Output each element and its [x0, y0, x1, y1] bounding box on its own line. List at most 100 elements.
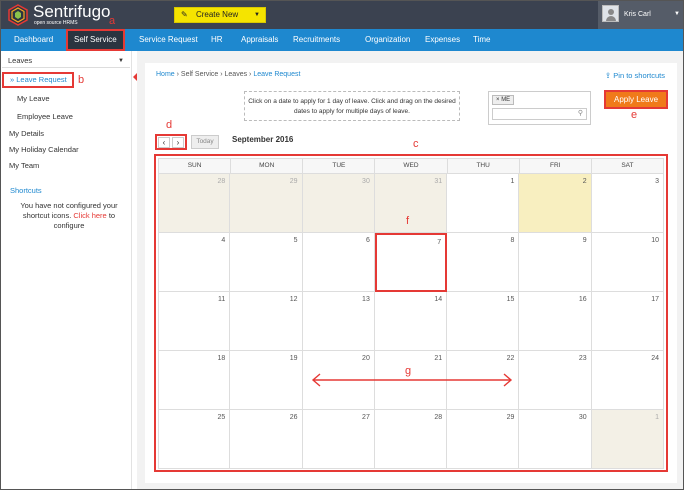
- day-number: 4: [221, 237, 226, 244]
- calendar-day-cell[interactable]: 13: [302, 292, 375, 351]
- employee-search-input[interactable]: ⚲: [492, 108, 587, 120]
- calendar-day-cell[interactable]: 24: [591, 351, 664, 410]
- calendar-day-cell[interactable]: 7: [374, 233, 448, 292]
- chevron-down-icon: ▼: [674, 11, 680, 17]
- instructions-text: Click on a date to apply for 1 day of le…: [244, 91, 460, 121]
- calendar-day-cell[interactable]: 25: [158, 410, 231, 469]
- nav-organization[interactable]: Organization: [365, 29, 410, 51]
- day-number: 28: [217, 178, 226, 185]
- nav-dashboard[interactable]: Dashboard: [14, 29, 53, 51]
- calendar-day-cell[interactable]: 12: [230, 292, 303, 351]
- calendar-day-cell[interactable]: 11: [158, 292, 231, 351]
- calendar-day-cell[interactable]: 2: [519, 174, 592, 233]
- weekday-mon: MON: [231, 158, 304, 174]
- calendar-day-cell[interactable]: 6: [302, 233, 375, 292]
- day-number: 24: [651, 355, 659, 362]
- sidebar: Leaves ▼ » Leave Request b My Leave Empl…: [1, 51, 132, 489]
- apply-leave-button[interactable]: Apply Leave: [604, 90, 668, 109]
- day-number: 12: [289, 296, 298, 303]
- day-number: 2: [582, 178, 587, 185]
- sidebar-item-label: Leave Request: [16, 75, 67, 84]
- calendar-day-cell[interactable]: 14: [374, 292, 448, 351]
- next-month-button[interactable]: ›: [172, 137, 184, 148]
- prev-month-button[interactable]: ‹: [158, 137, 170, 148]
- edit-icon: ✎: [181, 10, 188, 19]
- weekday-sun: SUN: [158, 158, 232, 174]
- day-number: 1: [510, 178, 515, 185]
- today-button[interactable]: Today: [191, 135, 219, 149]
- calendar-day-cell[interactable]: 29: [447, 410, 520, 469]
- day-number: 8: [510, 237, 515, 244]
- nav-hr[interactable]: HR: [211, 29, 223, 51]
- sidebar-item-leave-request[interactable]: » Leave Request: [2, 72, 74, 88]
- breadcrumb-home[interactable]: Home: [156, 71, 175, 78]
- sentrifugo-logo-icon: [8, 4, 28, 26]
- calendar-day-cell[interactable]: 30: [302, 174, 375, 233]
- calendar-day-cell[interactable]: 26: [230, 410, 303, 469]
- calendar-day-cell[interactable]: 31: [374, 174, 448, 233]
- day-number: 7: [437, 239, 442, 246]
- annotation-f: f: [406, 215, 410, 227]
- calendar-day-cell[interactable]: 5: [230, 233, 303, 292]
- calendar-day-cell[interactable]: 10: [591, 233, 664, 292]
- calendar-day-cell[interactable]: 17: [591, 292, 664, 351]
- employee-chip[interactable]: × ME: [492, 95, 515, 105]
- chip-label: ME: [501, 97, 511, 103]
- nav-recruitments[interactable]: Recruitments: [293, 29, 340, 51]
- calendar-day-cell[interactable]: 18: [158, 351, 231, 410]
- calendar-day-cell[interactable]: 1: [591, 410, 664, 469]
- drag-range-arrow-icon: [311, 373, 513, 387]
- pin-to-shortcuts-link[interactable]: ⇪ Pin to shortcuts: [605, 71, 665, 80]
- nav-self-service[interactable]: Self Service: [66, 29, 125, 51]
- day-number: 30: [578, 414, 587, 421]
- user-menu[interactable]: Kris Carl ▼: [598, 1, 683, 29]
- brand-name: Sentrifugo: [33, 2, 111, 21]
- calendar-day-cell[interactable]: 30: [519, 410, 592, 469]
- weekday-wed: WED: [375, 158, 448, 174]
- nav-service-request[interactable]: Service Request: [139, 29, 198, 51]
- calendar-day-cell[interactable]: 8: [447, 233, 520, 292]
- calendar-day-cell[interactable]: 3: [591, 174, 664, 233]
- calendar-day-cell[interactable]: 15: [447, 292, 520, 351]
- calendar-day-cell[interactable]: 28: [374, 410, 448, 469]
- sidebar-item-holiday-calendar[interactable]: My Holiday Calendar: [9, 145, 79, 154]
- calendar-day-cell[interactable]: 4: [158, 233, 231, 292]
- nav-expenses[interactable]: Expenses: [425, 29, 460, 51]
- calendar-day-cell[interactable]: 16: [519, 292, 592, 351]
- sidebar-item-my-leave[interactable]: My Leave: [17, 94, 50, 103]
- breadcrumb-self-service[interactable]: Self Service: [181, 71, 218, 78]
- day-number: 23: [578, 355, 587, 362]
- breadcrumb-leaves[interactable]: Leaves: [225, 71, 248, 78]
- arrow-icon: »: [10, 75, 15, 84]
- calendar-day-cell[interactable]: 29: [230, 174, 303, 233]
- weekday-sat: SAT: [591, 158, 664, 174]
- day-number: 22: [506, 355, 515, 362]
- nav-appraisals[interactable]: Appraisals: [241, 29, 278, 51]
- day-number: 31: [434, 178, 443, 185]
- create-new-button[interactable]: ✎ Create New ▼: [174, 7, 266, 23]
- close-icon[interactable]: ×: [496, 97, 500, 103]
- nav-time[interactable]: Time: [473, 29, 490, 51]
- sidebar-item-my-details[interactable]: My Details: [9, 129, 44, 138]
- calendar-day-cell[interactable]: 19: [230, 351, 303, 410]
- weekday-tue: TUE: [303, 158, 376, 174]
- main-nav: Dashboard Self Service Service Request H…: [1, 29, 683, 51]
- sidebar-item-my-team[interactable]: My Team: [9, 161, 39, 170]
- calendar-day-cell[interactable]: 27: [302, 410, 375, 469]
- calendar-day-cell[interactable]: 1: [447, 174, 520, 233]
- employee-filter[interactable]: × ME ⚲: [488, 91, 591, 125]
- calendar-day-cell[interactable]: 28: [158, 174, 231, 233]
- shortcuts-heading: Shortcuts: [10, 186, 42, 195]
- day-number: 28: [434, 414, 443, 421]
- day-number: 29: [289, 178, 298, 185]
- day-number: 25: [217, 414, 226, 421]
- day-number: 20: [362, 355, 370, 362]
- calendar-day-cell[interactable]: 23: [519, 351, 592, 410]
- sidebar-item-employee-leave[interactable]: Employee Leave: [17, 112, 73, 121]
- day-number: 30: [362, 178, 370, 185]
- configure-shortcuts-link[interactable]: Click here: [73, 211, 106, 220]
- app-window: Sentrifugo open source HRMS a ✎ Create N…: [0, 0, 684, 490]
- calendar-day-cell[interactable]: 9: [519, 233, 592, 292]
- module-select[interactable]: Leaves ▼: [2, 54, 130, 68]
- annotation-b: b: [78, 74, 85, 86]
